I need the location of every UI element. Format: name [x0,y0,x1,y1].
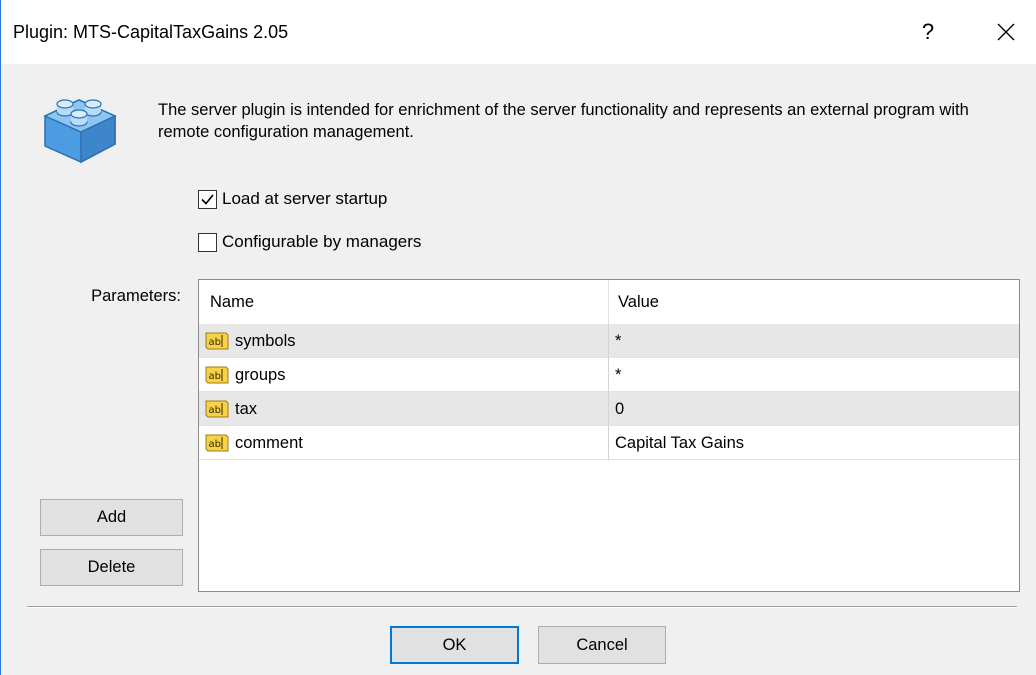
param-name: tax [235,399,258,418]
ab-text-icon: ab [205,400,229,418]
svg-text:ab: ab [209,405,221,416]
column-header-name[interactable]: Name [210,280,605,324]
cell-divider [608,358,609,392]
column-divider[interactable] [608,280,609,324]
parameters-table[interactable]: Name Value ab symbols * ab groups * ab t… [198,279,1020,592]
svg-text:ab: ab [209,337,221,348]
footer-divider [27,606,1017,608]
table-row[interactable]: ab groups * [199,358,1019,392]
table-row[interactable]: ab tax 0 [199,392,1019,426]
close-button[interactable] [983,10,1029,54]
plugin-description: The server plugin is intended for enrich… [158,101,969,141]
param-name: symbols [235,331,296,350]
param-name-cell: ab groups [205,358,285,392]
plugin-dialog: Plugin: MTS-CapitalTaxGains 2.05 ? The s… [0,0,1036,675]
ab-text-icon: ab [205,366,229,384]
param-value[interactable]: * [615,358,621,392]
configurable-by-managers-checkbox[interactable] [198,232,217,252]
column-header-value[interactable]: Value [618,280,1008,324]
param-value[interactable]: 0 [615,392,624,426]
close-icon [997,23,1015,41]
table-row[interactable]: ab comment Capital Tax Gains [199,426,1019,460]
load-at-startup-option[interactable]: Load at server startup [198,187,387,211]
load-at-startup-checkbox[interactable] [198,189,217,209]
param-name-cell: ab tax [205,392,257,426]
param-name-cell: ab comment [205,426,303,460]
cell-divider [608,324,609,358]
delete-button[interactable]: Delete [40,549,183,586]
cancel-button[interactable]: Cancel [538,626,666,664]
table-header: Name Value [199,280,1019,325]
ab-text-icon: ab [205,332,229,350]
param-value[interactable]: Capital Tax Gains [615,426,744,460]
plugin-block-icon [43,99,117,164]
checkmark-icon [201,193,214,205]
param-name: comment [235,433,303,452]
svg-text:ab: ab [209,439,221,450]
param-value[interactable]: * [615,324,621,358]
load-at-startup-label: Load at server startup [222,189,388,208]
cell-divider [608,392,609,426]
param-name: groups [235,365,286,384]
ok-button[interactable]: OK [390,626,519,664]
param-name-cell: ab symbols [205,324,296,358]
cell-divider [608,426,609,460]
parameters-label: Parameters: [91,287,181,305]
help-icon: ? [921,19,935,44]
window-title: Plugin: MTS-CapitalTaxGains 2.05 [13,22,289,42]
configurable-by-managers-label: Configurable by managers [222,232,422,251]
configurable-by-managers-option[interactable]: Configurable by managers [198,230,421,254]
svg-text:ab: ab [209,371,221,382]
title-bar: Plugin: MTS-CapitalTaxGains 2.05 ? [1,0,1036,64]
add-button[interactable]: Add [40,499,183,536]
table-row[interactable]: ab symbols * [199,324,1019,358]
help-button[interactable]: ? [905,10,951,54]
ab-text-icon: ab [205,434,229,452]
